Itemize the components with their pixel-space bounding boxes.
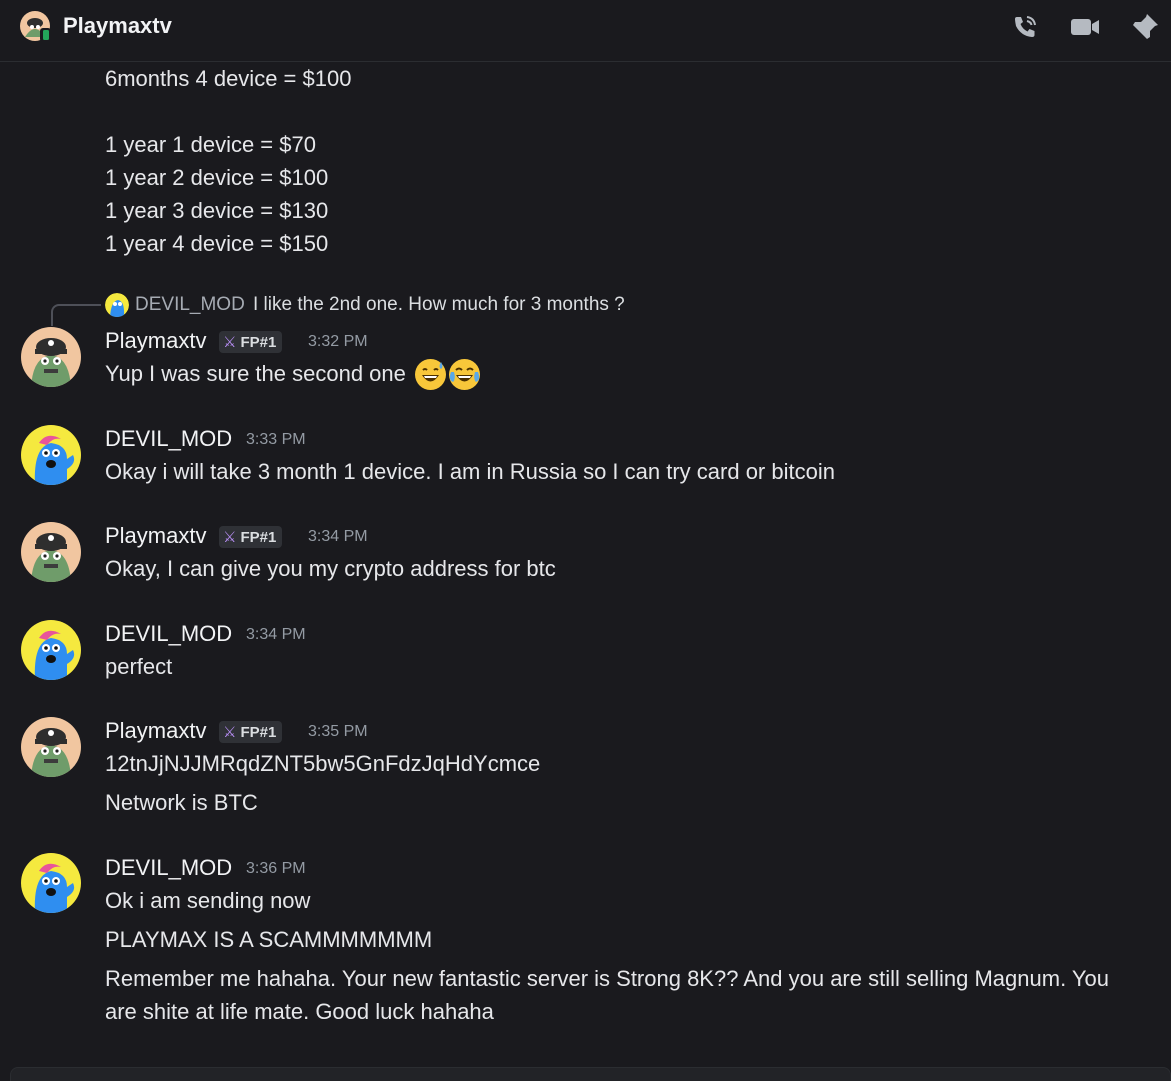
message-line: 1 year 4 device = $150 xyxy=(105,231,329,256)
message-timestamp[interactable]: 3:32 PM xyxy=(308,333,368,351)
message-line: 6months 4 device = $100 xyxy=(105,66,352,91)
message-author[interactable]: Playmaxtv xyxy=(105,523,206,549)
pin-icon[interactable] xyxy=(1130,12,1160,42)
message-timestamp[interactable]: 3:34 PM xyxy=(246,626,306,644)
message-author[interactable]: Playmaxtv xyxy=(105,328,206,354)
phone-call-icon[interactable] xyxy=(1010,12,1040,42)
message-line: 1 year 3 device = $130 xyxy=(105,198,329,223)
reply-connector xyxy=(51,304,101,326)
channel-header: Playmaxtv xyxy=(0,0,1171,62)
message-text: Okay, I can give you my crypto address f… xyxy=(105,556,556,581)
avatar[interactable] xyxy=(21,327,81,387)
message-text: Ok i am sending now xyxy=(105,888,311,913)
reply-avatar[interactable] xyxy=(105,293,129,317)
message-text: 12tnJjNJJMRqdZNT5bw5GnFdzJqHdYcmce xyxy=(105,751,541,776)
avatar[interactable] xyxy=(21,853,81,913)
message-timestamp[interactable]: 3:36 PM xyxy=(246,860,306,878)
message-composer[interactable] xyxy=(10,1067,1171,1081)
avatar[interactable] xyxy=(21,522,81,582)
message-text: Remember me hahaha. Your new fantastic s… xyxy=(105,966,1110,991)
sword-icon: ⚔ xyxy=(223,724,237,741)
message-text: Network is BTC xyxy=(105,790,258,815)
sword-icon: ⚔ xyxy=(223,334,237,351)
message-timestamp[interactable]: 3:35 PM xyxy=(308,723,368,741)
message-author[interactable]: DEVIL_MOD xyxy=(105,855,232,881)
sword-icon: ⚔ xyxy=(223,529,237,546)
message-author[interactable]: DEVIL_MOD xyxy=(105,621,232,647)
message-text: Yup I was sure the second one xyxy=(105,361,406,386)
message-list[interactable]: 6months 4 device = $100 1 year 1 device … xyxy=(0,63,1171,1068)
message-author[interactable]: DEVIL_MOD xyxy=(105,426,232,452)
avatar[interactable] xyxy=(21,717,81,777)
message-timestamp[interactable]: 3:33 PM xyxy=(246,431,306,449)
channel-title: Playmaxtv xyxy=(63,13,172,38)
message-text: PLAYMAX IS A SCAMMMMMMM xyxy=(105,927,433,952)
message-line: 1 year 1 device = $70 xyxy=(105,132,316,157)
role-badge[interactable]: ⚔ FP#1 xyxy=(219,721,283,743)
reply-preview[interactable]: I like the 2nd one. How much for 3 month… xyxy=(253,294,625,316)
grinning-sweat-emoji xyxy=(414,358,447,391)
tears-of-joy-emoji xyxy=(448,358,481,391)
channel-avatar[interactable] xyxy=(20,11,52,43)
message-author[interactable]: Playmaxtv xyxy=(105,718,206,744)
message-text: are shite at life mate. Good luck hahaha xyxy=(105,999,494,1024)
role-badge[interactable]: ⚔ FP#1 xyxy=(219,526,283,548)
video-camera-icon[interactable] xyxy=(1070,12,1100,42)
message-text: perfect xyxy=(105,654,173,679)
avatar[interactable] xyxy=(21,620,81,680)
message-text: Okay i will take 3 month 1 device. I am … xyxy=(105,459,835,484)
role-badge[interactable]: ⚔ FP#1 xyxy=(219,331,283,353)
message-line: 1 year 2 device = $100 xyxy=(105,165,329,190)
avatar[interactable] xyxy=(21,425,81,485)
message-timestamp[interactable]: 3:34 PM xyxy=(308,528,368,546)
reply-author[interactable]: DEVIL_MOD xyxy=(135,294,245,316)
